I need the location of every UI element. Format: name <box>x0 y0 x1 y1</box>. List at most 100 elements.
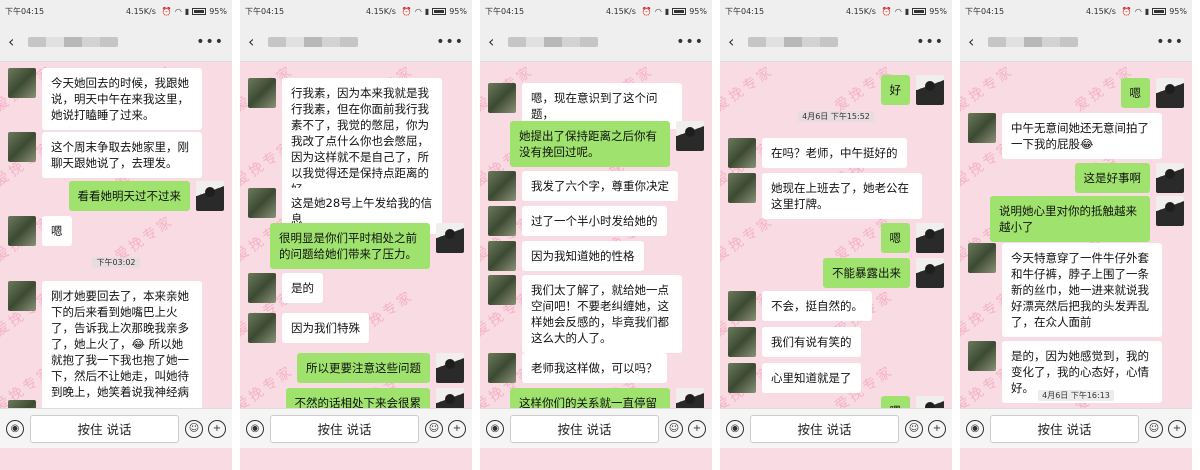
contact-avatar[interactable] <box>488 275 516 305</box>
contact-avatar[interactable] <box>728 327 756 357</box>
contact-avatar[interactable] <box>968 243 996 273</box>
emoji-icon[interactable]: ☺ <box>1145 419 1163 438</box>
my-avatar[interactable] <box>916 223 944 253</box>
add-icon[interactable]: + <box>688 419 706 438</box>
contact-avatar[interactable] <box>728 363 756 393</box>
message-bubble[interactable]: 今天她回去的时候，我跟她说，明天中午在来我这里，她说打瞌睡了过来。 <box>42 68 202 130</box>
contact-avatar[interactable] <box>248 273 276 303</box>
contact-avatar[interactable] <box>248 313 276 343</box>
back-icon[interactable]: ‹ <box>488 32 502 51</box>
back-icon[interactable]: ‹ <box>248 32 262 51</box>
my-avatar[interactable] <box>676 388 704 408</box>
emoji-icon[interactable]: ☺ <box>185 419 203 438</box>
message-bubble[interactable]: 过了一个半小时发给她的 <box>522 206 667 236</box>
message-bubble[interactable]: 是的 <box>282 273 323 303</box>
contact-avatar[interactable] <box>8 281 36 311</box>
voice-toggle-icon[interactable]: ◉ <box>6 419 24 438</box>
my-avatar[interactable] <box>436 353 464 383</box>
message-bubble[interactable]: 老师我这样做，可以吗？ <box>522 353 667 383</box>
my-avatar[interactable] <box>1156 78 1184 108</box>
my-avatar[interactable] <box>916 75 944 105</box>
hold-to-talk-button[interactable]: 按住 说话 <box>750 414 899 443</box>
message-bubble[interactable]: 说明她心里对你的抵触越来越小了 <box>990 196 1150 242</box>
more-options-icon[interactable]: ••• <box>676 34 704 50</box>
message-bubble[interactable]: 在吗？老师，中午挺好的 <box>762 138 907 168</box>
emoji-icon[interactable]: ☺ <box>425 419 443 438</box>
my-avatar[interactable] <box>676 121 704 151</box>
contact-avatar[interactable] <box>8 400 36 408</box>
contact-avatar[interactable] <box>488 83 516 113</box>
message-bubble[interactable]: 这是好事啊 <box>1074 163 1150 193</box>
back-icon[interactable]: ‹ <box>968 32 982 51</box>
my-avatar[interactable] <box>436 388 464 408</box>
message-bubble[interactable]: 她现在上班去了，她老公在这里打牌。 <box>762 173 922 219</box>
hold-to-talk-button[interactable]: 按住 说话 <box>30 414 179 443</box>
message-bubble[interactable]: 刚才她要回去了，本来亲她下的后来看到她嘴巴上火了，告诉我上次那晚我亲多了，她上火… <box>42 281 202 408</box>
message-bubble[interactable]: 好 <box>880 75 910 105</box>
message-bubble[interactable]: 我发了六个字，尊重你决定 <box>522 171 678 201</box>
my-avatar[interactable] <box>436 223 464 253</box>
contact-avatar[interactable] <box>488 171 516 201</box>
message-bubble[interactable]: 不然的话相处下来会很累 <box>285 388 430 408</box>
hold-to-talk-button[interactable]: 按住 说话 <box>270 414 419 443</box>
contact-avatar[interactable] <box>968 341 996 371</box>
contact-avatar[interactable] <box>488 206 516 236</box>
message-list[interactable]: 爱挽专家爱挽专家爱挽专家爱挽专家爱挽专家爱挽专家爱挽专家爱挽专家爱挽专家爱挽专家… <box>0 63 232 408</box>
message-bubble[interactable]: 这个周末争取去她家里，刚聊天跟她说了，去理发。 <box>42 132 202 178</box>
message-bubble[interactable]: 不能暴露出来 <box>823 258 910 288</box>
message-bubble[interactable]: 嗯 <box>42 216 72 246</box>
contact-avatar[interactable] <box>8 68 36 98</box>
my-avatar[interactable] <box>916 396 944 408</box>
contact-avatar[interactable] <box>8 216 36 246</box>
message-bubble[interactable]: 中午无意间她还无意间拍了一下我的屁股😂 <box>1002 113 1162 159</box>
message-bubble[interactable]: 嗯 <box>880 396 910 408</box>
message-bubble[interactable]: 今天特意穿了一件牛仔外套和牛仔裤，脖子上围了一条新的丝巾，她一进来就说我好漂亮然… <box>1002 243 1162 337</box>
voice-toggle-icon[interactable]: ◉ <box>246 419 264 438</box>
back-icon[interactable]: ‹ <box>8 32 22 51</box>
message-bubble[interactable]: 因为我知道她的性格 <box>522 241 644 271</box>
hold-to-talk-button[interactable]: 按住 说话 <box>510 414 659 443</box>
message-list[interactable]: 爱挽专家爱挽专家爱挽专家爱挽专家爱挽专家爱挽专家爱挽专家爱挽专家爱挽专家爱挽专家… <box>480 63 712 408</box>
voice-toggle-icon[interactable]: ◉ <box>726 419 744 438</box>
more-options-icon[interactable]: ••• <box>916 34 944 50</box>
emoji-icon[interactable]: ☺ <box>905 419 923 438</box>
message-bubble[interactable]: 不会，挺自然的。 <box>762 291 872 321</box>
message-bubble[interactable]: 心里知道就是了 <box>762 363 861 393</box>
contact-avatar[interactable] <box>488 241 516 271</box>
add-icon[interactable]: + <box>928 419 946 438</box>
contact-avatar[interactable] <box>248 78 276 108</box>
my-avatar[interactable] <box>1156 163 1184 193</box>
more-options-icon[interactable]: ••• <box>196 34 224 50</box>
add-icon[interactable]: + <box>448 419 466 438</box>
my-avatar[interactable] <box>196 181 224 211</box>
contact-avatar[interactable] <box>728 291 756 321</box>
message-bubble[interactable]: 看看她明天过不过来 <box>68 181 190 211</box>
message-list[interactable]: 爱挽专家爱挽专家爱挽专家爱挽专家爱挽专家爱挽专家爱挽专家爱挽专家爱挽专家爱挽专家… <box>960 63 1192 408</box>
message-bubble[interactable]: 我们这种自己好长时间没有了 <box>42 400 202 408</box>
more-options-icon[interactable]: ••• <box>436 34 464 50</box>
add-icon[interactable]: + <box>208 419 226 438</box>
message-bubble[interactable]: 我们有说有笑的 <box>762 327 861 357</box>
contact-avatar[interactable] <box>728 138 756 168</box>
voice-toggle-icon[interactable]: ◉ <box>486 419 504 438</box>
contact-avatar[interactable] <box>248 188 276 218</box>
add-icon[interactable]: + <box>1168 419 1186 438</box>
message-bubble[interactable]: 行我素，因为本来我就是我行我素，但在你面前我行我素不了，我觉的憋屈，你为我改了点… <box>282 78 442 204</box>
message-bubble[interactable]: 嗯 <box>880 223 910 253</box>
message-list[interactable]: 爱挽专家爱挽专家爱挽专家爱挽专家爱挽专家爱挽专家爱挽专家爱挽专家爱挽专家爱挽专家… <box>240 63 472 408</box>
message-bubble[interactable]: 这样你们的关系就一直停留在 <box>510 388 670 408</box>
more-options-icon[interactable]: ••• <box>1156 34 1184 50</box>
message-bubble[interactable]: 她提出了保持距离之后你有没有挽回过呢。 <box>510 121 670 167</box>
contact-avatar[interactable] <box>488 353 516 383</box>
emoji-icon[interactable]: ☺ <box>665 419 683 438</box>
message-bubble[interactable]: 因为我们特殊 <box>282 313 369 343</box>
message-bubble[interactable]: 我们太了解了，就给她一点空间吧！不要老纠缠她，这样她会反感的，毕竟我们都这么大的… <box>522 275 682 353</box>
my-avatar[interactable] <box>916 258 944 288</box>
voice-toggle-icon[interactable]: ◉ <box>966 419 984 438</box>
message-list[interactable]: 爱挽专家爱挽专家爱挽专家爱挽专家爱挽专家爱挽专家爱挽专家爱挽专家爱挽专家爱挽专家… <box>720 63 952 408</box>
hold-to-talk-button[interactable]: 按住 说话 <box>990 414 1139 443</box>
contact-avatar[interactable] <box>8 132 36 162</box>
message-bubble[interactable]: 嗯 <box>1120 78 1150 108</box>
message-bubble[interactable]: 所以更要注意这些问题 <box>297 353 430 383</box>
contact-avatar[interactable] <box>968 113 996 143</box>
